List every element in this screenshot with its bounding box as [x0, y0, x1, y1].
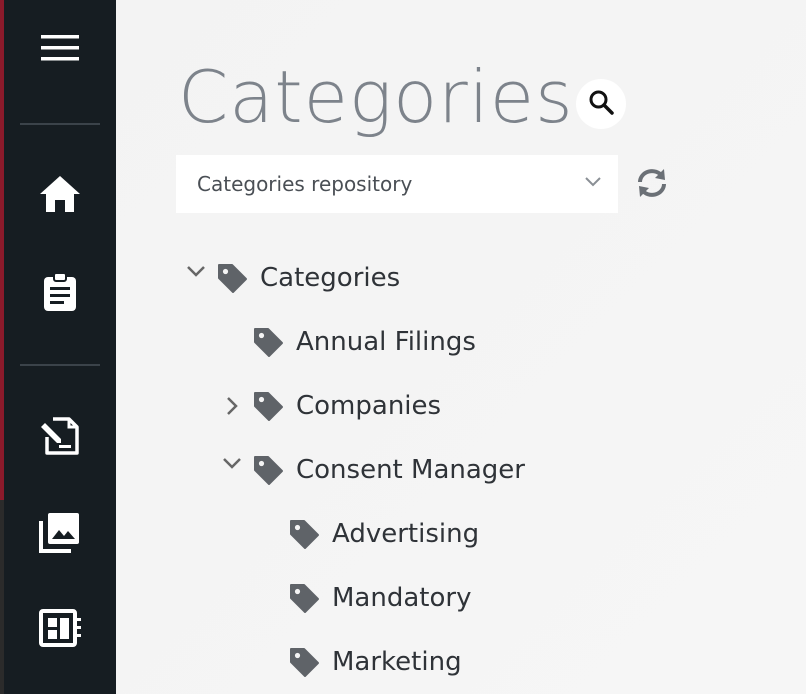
chevron-down-icon[interactable] [185, 260, 207, 282]
tree-item: Advertising [0, 514, 806, 554]
refresh-icon [635, 168, 669, 203]
home-icon [39, 175, 81, 218]
tag-icon [252, 326, 284, 358]
tag-icon [288, 646, 320, 678]
sidebar-item-home[interactable] [30, 166, 90, 226]
sidebar-divider [20, 123, 100, 125]
tree-item-label[interactable]: Companies [296, 386, 441, 426]
tag-icon [288, 582, 320, 614]
chevron-down-icon [584, 175, 602, 193]
tree-item-label[interactable]: Marketing [332, 642, 462, 682]
tree-item: Marketing [0, 642, 806, 682]
tree-item-label[interactable]: Annual Filings [296, 322, 476, 362]
tree-item-label[interactable]: Consent Manager [296, 450, 525, 490]
search-icon [588, 89, 614, 120]
tree-item-label[interactable]: Advertising [332, 514, 479, 554]
search-button[interactable] [576, 79, 626, 129]
tree-item: Mandatory [0, 578, 806, 618]
tag-icon [252, 390, 284, 422]
menu-icon [41, 34, 79, 66]
tree-item-root: Categories [0, 258, 806, 298]
tree-item: Annual Filings [0, 322, 806, 362]
chevron-right-icon[interactable] [221, 395, 243, 417]
tag-icon [288, 518, 320, 550]
tag-icon [252, 454, 284, 486]
tag-icon [216, 262, 248, 294]
repository-select[interactable]: Categories repository [176, 155, 618, 213]
refresh-button[interactable] [634, 167, 670, 203]
repository-select-value: Categories repository [197, 172, 413, 196]
tree-item: Consent Manager [0, 450, 806, 490]
page-title: Categories [178, 55, 574, 139]
menu-button[interactable] [30, 20, 90, 80]
tree-item-label[interactable]: Mandatory [332, 578, 471, 618]
tree-item-label[interactable]: Categories [260, 258, 400, 298]
chevron-down-icon[interactable] [221, 452, 243, 474]
sidebar-divider [20, 364, 100, 366]
tree-item: Companies [0, 386, 806, 426]
